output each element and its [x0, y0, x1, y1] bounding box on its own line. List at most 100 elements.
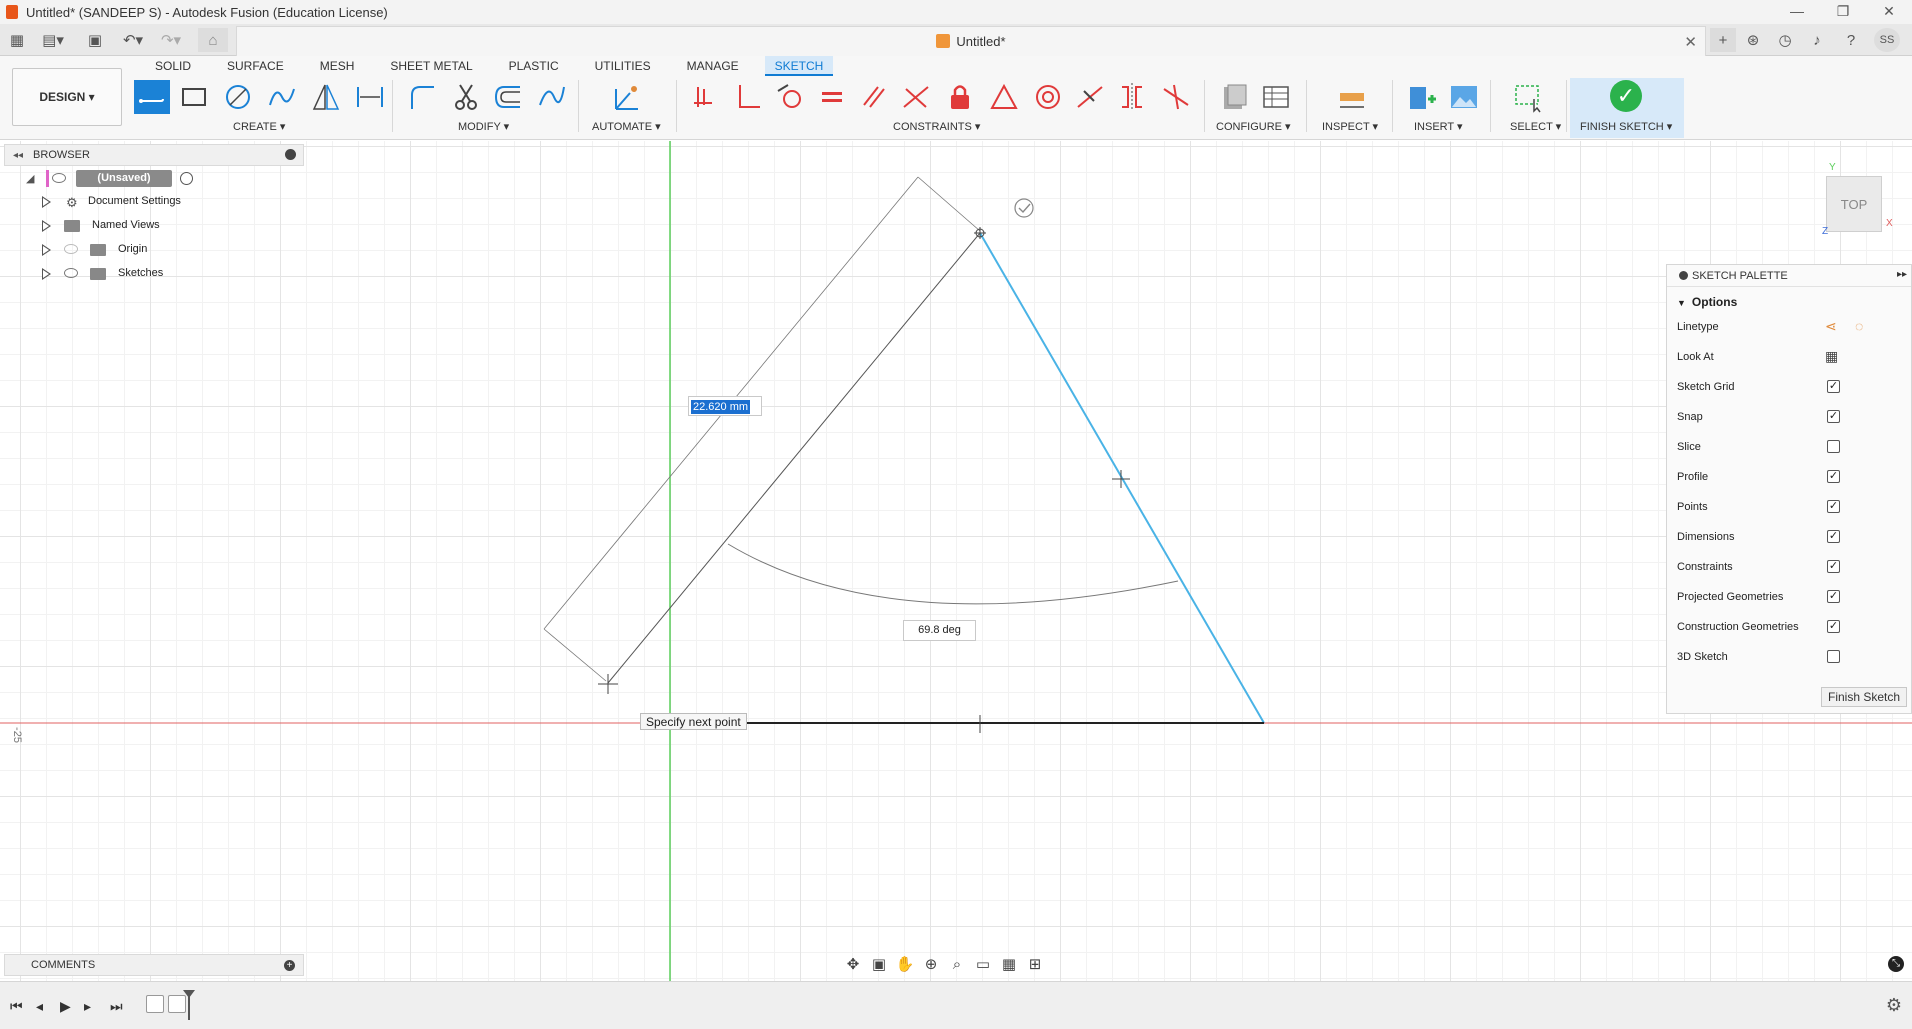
visibility-eye-icon[interactable]	[64, 244, 78, 254]
job-status-icon[interactable]: ◷	[1774, 28, 1796, 52]
collapse-icon[interactable]: ◂◂	[13, 150, 23, 161]
undo-icon[interactable]: ↶▾	[118, 28, 148, 52]
auto-constrain-icon[interactable]	[608, 80, 644, 114]
previous-step-icon[interactable]: ◂	[36, 998, 43, 1015]
browser-root[interactable]: ◢ (Unsaved)	[4, 168, 304, 190]
spline-tool-icon[interactable]	[534, 80, 570, 114]
fix-lock-icon[interactable]	[942, 80, 978, 114]
display-settings-icon[interactable]: ▭	[970, 955, 996, 973]
timeline-settings-gear-icon[interactable]: ⚙	[1886, 995, 1902, 1016]
rectangle-tool-icon[interactable]	[176, 80, 212, 114]
new-tab-icon[interactable]: +	[1710, 28, 1736, 52]
angle-dimension[interactable]: 69.8 deg	[903, 620, 976, 641]
symmetry-icon[interactable]	[1114, 80, 1150, 114]
close-tab-icon[interactable]: ✕	[1684, 33, 1697, 51]
construction-linetype-icon[interactable]: ⋖	[1825, 318, 1837, 335]
configure-table-icon[interactable]	[1258, 80, 1294, 114]
coincident-icon[interactable]	[688, 80, 724, 114]
comments-panel[interactable]: COMMENTS +	[4, 954, 304, 976]
constraints-checkbox[interactable]: ✓	[1827, 560, 1840, 573]
offset-tool-icon[interactable]	[490, 80, 526, 114]
dimensions-checkbox[interactable]: ✓	[1827, 530, 1840, 543]
expand-triangle-icon[interactable]	[42, 244, 51, 256]
measure-icon[interactable]	[1334, 80, 1370, 114]
sketch-line-selected[interactable]	[979, 232, 1265, 724]
equal-icon[interactable]	[814, 80, 850, 114]
palette-minimize-icon[interactable]	[1679, 271, 1688, 280]
sketch-points[interactable]	[598, 227, 1130, 733]
trim-tool-icon[interactable]	[448, 80, 484, 114]
extensions-icon[interactable]: ⊛	[1742, 28, 1764, 52]
minimize-button[interactable]: —	[1774, 0, 1820, 24]
save-icon[interactable]: ▣	[84, 28, 106, 52]
circle-tool-icon[interactable]	[220, 80, 256, 114]
user-avatar[interactable]: SS	[1874, 28, 1900, 52]
slice-checkbox[interactable]	[1827, 440, 1840, 453]
expand-triangle-icon[interactable]: ◢	[26, 172, 34, 185]
play-icon[interactable]: ▶	[60, 998, 71, 1015]
perpendicular-icon[interactable]	[730, 80, 766, 114]
change-parameters-icon[interactable]	[1216, 80, 1252, 114]
tab-plastic[interactable]: PLASTIC	[499, 56, 569, 76]
workspace-switcher[interactable]: DESIGN ▾	[12, 68, 122, 126]
look-at-nav-icon[interactable]: ▣	[866, 955, 892, 973]
tab-utilities[interactable]: UTILITIES	[585, 56, 661, 76]
expand-triangle-icon[interactable]	[42, 268, 51, 280]
palette-header[interactable]: SKETCH PALETTE ▸▸	[1667, 265, 1911, 287]
pan-hand-icon[interactable]: ✋	[892, 955, 918, 973]
create-group-label[interactable]: CREATE ▾	[233, 120, 285, 133]
redo-icon[interactable]: ↷▾	[156, 28, 186, 52]
midpoint-icon[interactable]	[1072, 80, 1108, 114]
mirror-tool-icon[interactable]	[308, 80, 344, 114]
tab-surface[interactable]: SURFACE	[217, 56, 294, 76]
home-icon[interactable]: ⌂	[198, 28, 228, 52]
browser-header[interactable]: ◂◂ BROWSER	[4, 144, 304, 166]
points-checkbox[interactable]: ✓	[1827, 500, 1840, 513]
look-at-icon[interactable]: ▦	[1825, 348, 1838, 365]
viewcube[interactable]: TOP	[1826, 176, 1882, 232]
fit-zoom-icon[interactable]: ⌕	[944, 956, 970, 973]
expand-palette-icon[interactable]: ▸▸	[1897, 269, 1907, 280]
timeline-marker[interactable]	[183, 990, 195, 1020]
help-icon[interactable]: ?	[1840, 28, 1862, 52]
file-menu-icon[interactable]: ▤▾	[38, 28, 68, 52]
collinear-icon[interactable]	[898, 80, 934, 114]
inspect-group-label[interactable]: INSPECT ▾	[1322, 120, 1378, 133]
browser-item-sketches[interactable]: Sketches	[4, 262, 304, 286]
viewport-toggle-icon[interactable]: ⤡	[1888, 956, 1904, 972]
tangent-icon[interactable]	[772, 80, 808, 114]
expand-triangle-icon[interactable]	[42, 220, 51, 232]
browser-item-named-views[interactable]: Named Views	[4, 214, 304, 238]
parallel-icon[interactable]	[856, 80, 892, 114]
concentric-icon[interactable]	[1030, 80, 1066, 114]
first-step-icon[interactable]: ⏮	[10, 998, 23, 1015]
insert-group-label[interactable]: INSERT ▾	[1414, 120, 1463, 133]
finish-sketch-button[interactable]: ✓ FINISH SKETCH ▾	[1570, 78, 1684, 138]
configure-group-label[interactable]: CONFIGURE ▾	[1216, 120, 1291, 133]
fillet-tool-icon[interactable]	[404, 80, 440, 114]
expand-triangle-icon[interactable]	[42, 196, 51, 208]
add-comment-icon[interactable]: +	[284, 960, 295, 971]
centerline-linetype-icon[interactable]: ◌	[1855, 318, 1863, 334]
tab-manage[interactable]: MANAGE	[677, 56, 749, 76]
sketch-line-main[interactable]	[607, 232, 981, 684]
grid-settings-icon[interactable]: ▦	[996, 955, 1022, 973]
next-step-icon[interactable]: ▸	[84, 998, 91, 1015]
insert-derive-icon[interactable]	[1404, 80, 1440, 114]
3d-sketch-checkbox[interactable]	[1827, 650, 1840, 663]
app-grid-icon[interactable]: ▦	[6, 28, 28, 52]
modify-group-label[interactable]: MODIFY ▾	[458, 120, 509, 133]
restore-button[interactable]: ❐	[1820, 0, 1866, 24]
construction-geometries-checkbox[interactable]: ✓	[1827, 620, 1840, 633]
ok-check-icon[interactable]	[1014, 198, 1034, 218]
arc-tool-icon[interactable]	[264, 80, 300, 114]
select-group-label[interactable]: SELECT ▾	[1510, 120, 1561, 133]
options-section[interactable]: ▼ Options	[1677, 295, 1737, 309]
browser-minimize-icon[interactable]	[285, 149, 296, 160]
zoom-icon[interactable]: ⊕	[918, 955, 944, 973]
last-step-icon[interactable]: ⏭	[110, 998, 123, 1015]
sketch-grid-checkbox[interactable]: ✓	[1827, 380, 1840, 393]
visibility-eye-icon[interactable]	[64, 268, 78, 278]
browser-item-document-settings[interactable]: ⚙ Document Settings	[4, 190, 304, 214]
dimension-tool-icon[interactable]	[352, 80, 388, 114]
